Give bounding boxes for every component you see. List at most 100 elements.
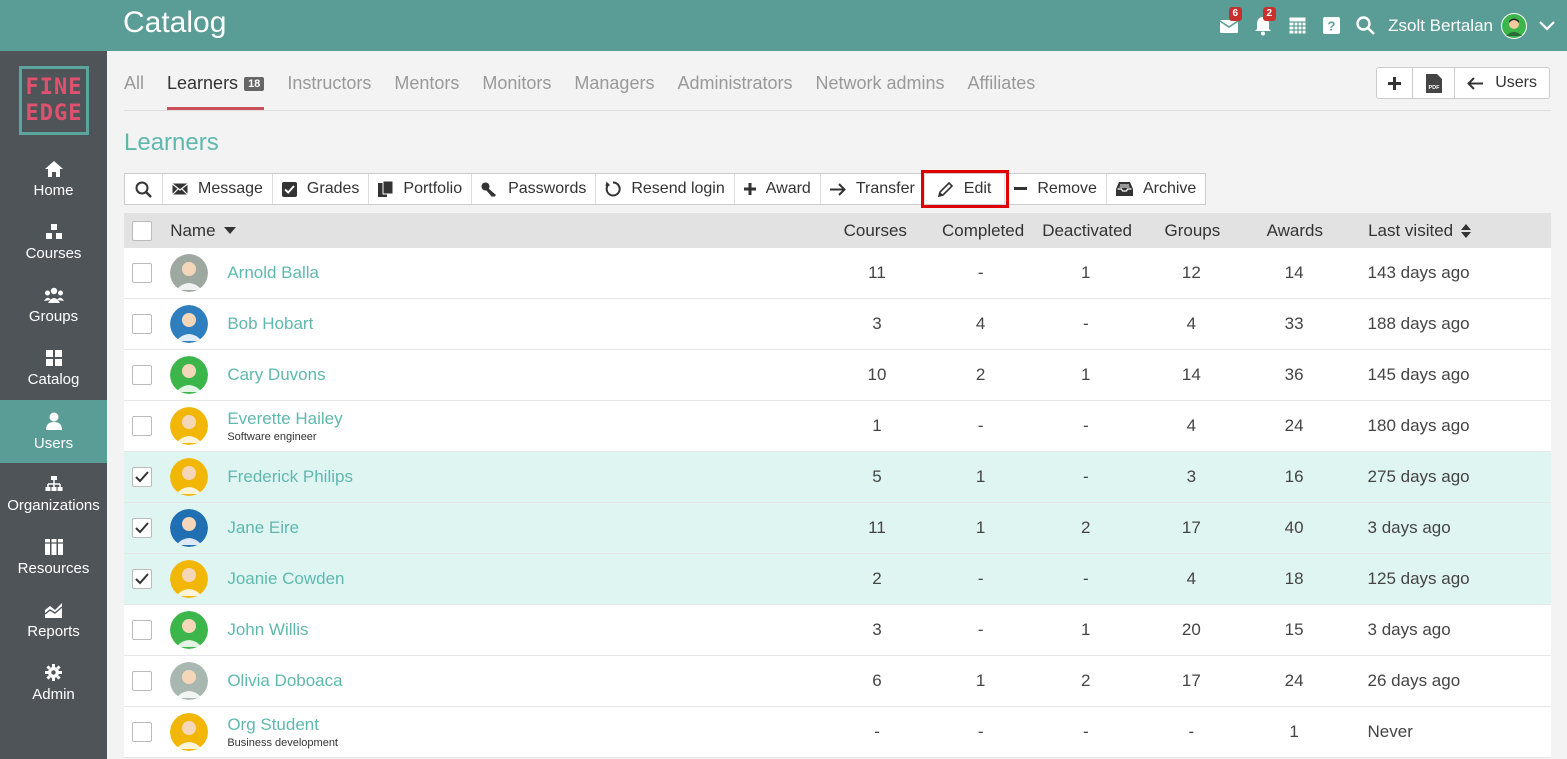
- passwords-button[interactable]: Passwords: [472, 174, 597, 204]
- user-avatar[interactable]: [1501, 12, 1527, 39]
- sidebar-item-resources[interactable]: Resources: [0, 526, 107, 589]
- svg-text:PDF: PDF: [1428, 85, 1440, 91]
- learner-name-link[interactable]: Org Student: [227, 715, 338, 735]
- table-row[interactable]: Olivia Doboaca 6 1 2 17 24 26 days ago: [124, 656, 1551, 707]
- last-visited-cell: 275 days ago: [1367, 467, 1470, 486]
- resend-login-button[interactable]: Resend login: [596, 174, 735, 204]
- sidebar-item-home[interactable]: Home: [0, 148, 107, 211]
- name-cell: Frederick Philips: [160, 458, 810, 496]
- award-button[interactable]: Award: [735, 174, 821, 204]
- table-row[interactable]: Arnold Balla 11 - 1 12 14 143 days ago: [124, 248, 1551, 299]
- learner-name-link[interactable]: Jane Eire: [227, 518, 299, 538]
- learner-name-link[interactable]: Bob Hobart: [227, 314, 313, 334]
- table-row[interactable]: John Willis 3 - 1 20 15 3 days ago: [124, 605, 1551, 656]
- sidebar-item-admin[interactable]: Admin: [0, 652, 107, 715]
- messages-button[interactable]: 6: [1212, 0, 1246, 51]
- portfolio-button[interactable]: Portfolio: [369, 174, 473, 204]
- learner-name-link[interactable]: Joanie Cowden: [227, 569, 344, 589]
- row-checkbox[interactable]: [132, 569, 153, 589]
- tab-all[interactable]: All: [124, 73, 144, 110]
- select-all-checkbox[interactable]: [132, 220, 153, 241]
- row-checkbox[interactable]: [132, 620, 153, 640]
- row-checkbox[interactable]: [132, 263, 153, 283]
- sidebar-item-reports[interactable]: Reports: [0, 589, 107, 652]
- learners-table: Name Courses Completed Deactivated Group…: [124, 213, 1551, 758]
- row-checkbox[interactable]: [132, 671, 153, 691]
- learner-name-link[interactable]: Everette Hailey: [227, 409, 342, 429]
- completed-cell: 1: [975, 518, 986, 537]
- tab-mentors[interactable]: Mentors: [394, 73, 459, 110]
- sidebar-item-groups[interactable]: Groups: [0, 274, 107, 337]
- learner-name-link[interactable]: Cary Duvons: [227, 365, 325, 385]
- row-checkbox[interactable]: [132, 365, 153, 385]
- archive-button[interactable]: Archive: [1107, 174, 1205, 204]
- row-checkbox[interactable]: [132, 518, 153, 538]
- logo[interactable]: FINE EDGE: [19, 66, 89, 135]
- tab-managers[interactable]: Managers: [574, 73, 654, 110]
- app-title: Catalog: [123, 6, 227, 39]
- table-row[interactable]: Bob Hobart 3 4 - 4 33 188 days ago: [124, 299, 1551, 350]
- sidebar-item-catalog[interactable]: Catalog: [0, 337, 107, 400]
- help-icon: ?: [1322, 17, 1340, 34]
- notifications-button[interactable]: 2: [1246, 0, 1280, 51]
- sidebar: FINE EDGE Home Courses Groups Catalog Us…: [0, 51, 107, 759]
- row-checkbox[interactable]: [132, 416, 153, 436]
- grades-button[interactable]: Grades: [273, 174, 370, 204]
- notifications-badge: 2: [1262, 7, 1277, 21]
- user-name[interactable]: Zsolt Bertalan: [1388, 16, 1493, 36]
- search-button[interactable]: [125, 174, 163, 204]
- calendar-button[interactable]: [1280, 0, 1314, 51]
- message-button[interactable]: Message: [163, 174, 273, 204]
- table-row[interactable]: Cary Duvons 10 2 1 14 36 145 days ago: [124, 350, 1551, 401]
- name-block: Joanie Cowden: [227, 569, 344, 589]
- awards-column-header[interactable]: Awards: [1230, 221, 1361, 241]
- back-to-users-button[interactable]: Users: [1455, 68, 1549, 98]
- learner-name-link[interactable]: Frederick Philips: [227, 467, 353, 487]
- row-checkbox[interactable]: [132, 314, 153, 334]
- last-visited-cell: Never: [1367, 722, 1413, 741]
- learner-name-link[interactable]: John Willis: [227, 620, 308, 640]
- table-row[interactable]: Everette Hailey Software engineer 1 - - 4 24 18…: [124, 401, 1551, 452]
- groups-column-header[interactable]: Groups: [1155, 221, 1229, 241]
- logo-line-2: EDGE: [25, 100, 83, 126]
- last-visited-column-header[interactable]: Last visited: [1360, 221, 1551, 241]
- transfer-button[interactable]: Transfer: [821, 174, 925, 204]
- tab-label: Mentors: [394, 73, 460, 93]
- remove-button[interactable]: Remove: [1005, 174, 1107, 204]
- courses-column-header[interactable]: Courses: [809, 221, 942, 241]
- tab-administrators[interactable]: Administrators: [677, 73, 792, 110]
- learner-subtitle: Software engineer: [227, 431, 317, 443]
- export-pdf-button[interactable]: PDF: [1413, 68, 1456, 98]
- learner-name-link[interactable]: Arnold Balla: [227, 263, 319, 283]
- learner-name-link[interactable]: Olivia Doboaca: [227, 671, 342, 691]
- user-menu-toggle[interactable]: [1527, 20, 1567, 31]
- edit-button[interactable]: Edit: [920, 170, 1010, 208]
- sidebar-item-organizations[interactable]: Organizations: [0, 463, 107, 526]
- sidebar-item-users[interactable]: Users: [0, 400, 107, 463]
- completed-cell: -: [977, 569, 984, 588]
- table-row[interactable]: Frederick Philips 5 1 - 3 16 275 days ago: [124, 452, 1551, 503]
- tab-instructors[interactable]: Instructors: [287, 73, 371, 110]
- tab-affiliates[interactable]: Affiliates: [968, 73, 1036, 110]
- tab-network-admins[interactable]: Network admins: [815, 73, 944, 110]
- sidebar-item-courses[interactable]: Courses: [0, 211, 107, 274]
- row-checkbox[interactable]: [132, 722, 153, 742]
- tab-learners[interactable]: Learners 18: [167, 73, 265, 110]
- add-user-button[interactable]: [1377, 68, 1414, 98]
- tab-monitors[interactable]: Monitors: [482, 73, 551, 110]
- row-select-cell: [124, 569, 160, 589]
- row-select-cell: [124, 314, 160, 334]
- sidebar-item-label: Catalog: [27, 370, 80, 388]
- deactivated-column-header[interactable]: Deactivated: [1019, 221, 1155, 241]
- name-column-header[interactable]: Name: [160, 221, 808, 241]
- search-button[interactable]: [1348, 0, 1382, 51]
- row-checkbox[interactable]: [132, 467, 153, 487]
- avatar: [170, 509, 209, 547]
- completed-column-header[interactable]: Completed: [942, 221, 1024, 241]
- courses-cell: 10: [867, 365, 887, 384]
- table-row[interactable]: Jane Eire 11 1 2 17 40 3 days ago: [124, 503, 1551, 554]
- table-row[interactable]: Joanie Cowden 2 - - 4 18 125 days ago: [124, 554, 1551, 605]
- table-row[interactable]: Org Student Business development - - - - 1 Neve…: [124, 707, 1551, 758]
- help-button[interactable]: ?: [1314, 0, 1348, 51]
- top-right-actions: 6 2 ? Zsolt Bertalan: [1212, 0, 1567, 51]
